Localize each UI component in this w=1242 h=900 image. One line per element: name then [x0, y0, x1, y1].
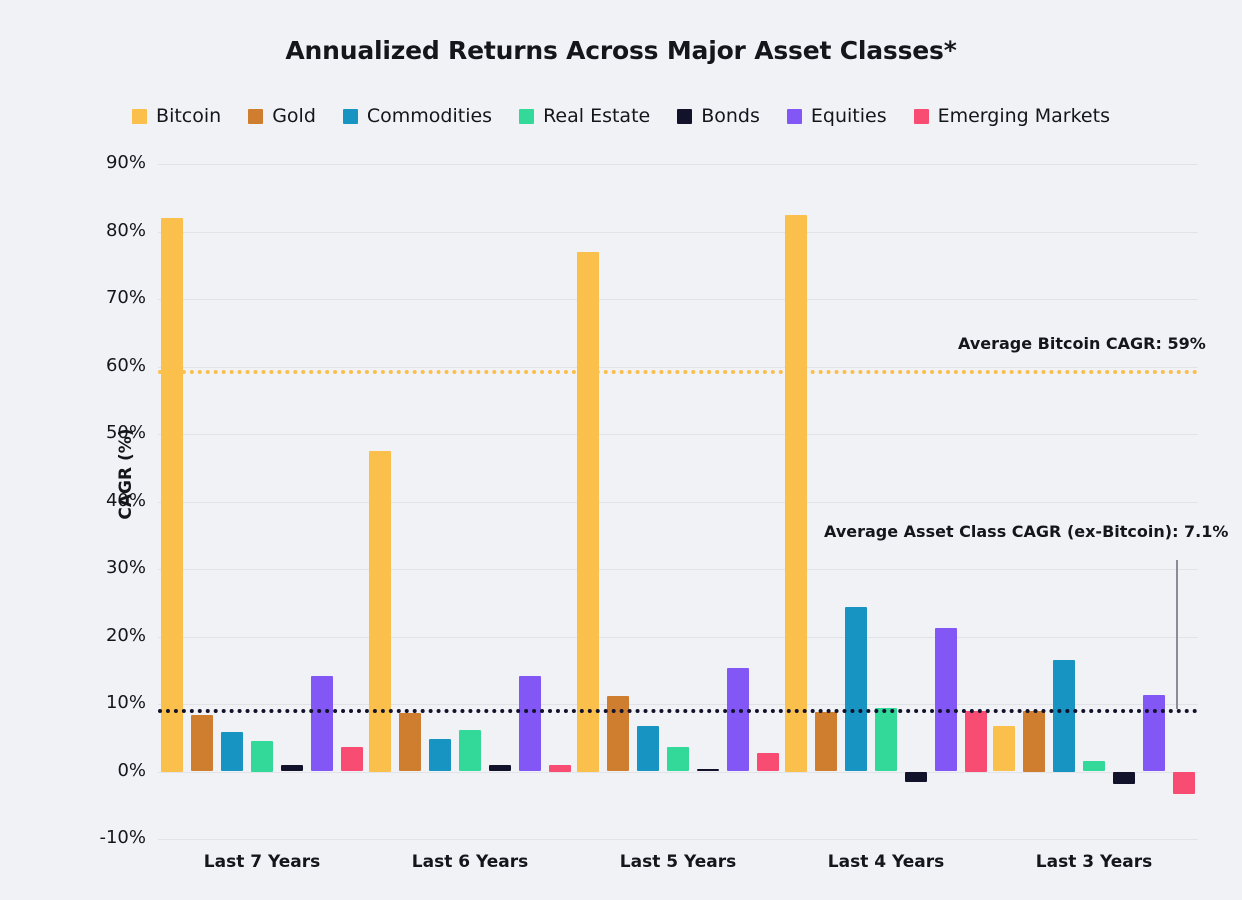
legend-swatch-icon-bitcoin: [132, 109, 147, 124]
legend-item-emerging-markets[interactable]: Emerging Markets: [914, 105, 1110, 127]
reference-leader-line: [1176, 560, 1178, 709]
bar-gold-last-3-years[interactable]: [1023, 711, 1045, 772]
x-tick-label-last-4-years: Last 4 Years: [782, 852, 990, 872]
bar-commodities-last-3-years[interactable]: [1053, 660, 1075, 771]
legend-swatch-icon-emerging-markets: [914, 109, 929, 124]
legend-swatch-icon-real-estate: [519, 109, 534, 124]
bar-group-last-7-years: [158, 164, 366, 839]
bar-real-estate-last-3-years[interactable]: [1083, 761, 1105, 772]
x-tick-label-last-6-years: Last 6 Years: [366, 852, 574, 872]
y-tick-label: 10%: [62, 692, 146, 713]
x-tick-label-last-5-years: Last 5 Years: [574, 852, 782, 872]
bar-bitcoin-last-5-years[interactable]: [577, 252, 599, 772]
bar-gold-last-4-years[interactable]: [815, 712, 837, 771]
bar-bitcoin-last-3-years[interactable]: [993, 726, 1015, 771]
bar-equities-last-4-years[interactable]: [935, 628, 957, 772]
x-tick-label-last-3-years: Last 3 Years: [990, 852, 1198, 872]
bar-equities-last-5-years[interactable]: [727, 668, 749, 771]
bar-emerging-markets-last-6-years[interactable]: [549, 765, 571, 772]
bar-real-estate-last-5-years[interactable]: [667, 747, 689, 772]
bar-bitcoin-last-7-years[interactable]: [161, 218, 183, 772]
chart-title: Annualized Returns Across Major Asset Cl…: [0, 36, 1242, 65]
legend-item-bonds[interactable]: Bonds: [677, 105, 760, 127]
bar-real-estate-last-6-years[interactable]: [459, 730, 481, 772]
bar-bitcoin-last-6-years[interactable]: [369, 451, 391, 772]
y-axis-title: CAGR (%): [116, 394, 136, 554]
legend-swatch-icon-commodities: [343, 109, 358, 124]
bar-equities-last-6-years[interactable]: [519, 676, 541, 772]
reference-label-average-bitcoin-cagr: Average Bitcoin CAGR: 59%: [958, 334, 1206, 353]
bar-equities-last-3-years[interactable]: [1143, 695, 1165, 772]
y-tick-label: 0%: [62, 760, 146, 781]
legend-item-real-estate[interactable]: Real Estate: [519, 105, 650, 127]
bar-bonds-last-7-years[interactable]: [281, 765, 303, 771]
bar-real-estate-last-4-years[interactable]: [875, 708, 897, 771]
legend-label: Commodities: [367, 105, 492, 127]
bar-gold-last-6-years[interactable]: [399, 713, 421, 772]
legend-swatch-icon-equities: [787, 109, 802, 124]
reference-line-average-bitcoin-cagr: [158, 370, 1198, 374]
chart-legend: Bitcoin Gold Commodities Real Estate Bonds Eq…: [0, 105, 1242, 127]
y-tick-label: 80%: [62, 220, 146, 241]
legend-item-commodities[interactable]: Commodities: [343, 105, 492, 127]
bar-commodities-last-7-years[interactable]: [221, 732, 243, 772]
y-tick-label: 30%: [62, 557, 146, 578]
x-tick-label-last-7-years: Last 7 Years: [158, 852, 366, 872]
y-tick-label: 20%: [62, 625, 146, 646]
bar-bonds-last-5-years[interactable]: [697, 769, 719, 771]
y-tick-label: 90%: [62, 152, 146, 173]
bar-group-last-5-years: [574, 164, 782, 839]
chart-root: Annualized Returns Across Major Asset Cl…: [0, 0, 1242, 900]
bar-commodities-last-4-years[interactable]: [845, 607, 867, 771]
bar-emerging-markets-last-7-years[interactable]: [341, 747, 363, 772]
bar-group-last-3-years: [990, 164, 1198, 839]
reference-label-average-asset-class-cagr: Average Asset Class CAGR (ex-Bitcoin): 7…: [824, 522, 1228, 541]
bar-commodities-last-5-years[interactable]: [637, 726, 659, 772]
legend-swatch-icon-bonds: [677, 109, 692, 124]
y-tick-label: 40%: [62, 490, 146, 511]
bar-group-last-6-years: [366, 164, 574, 839]
legend-item-equities[interactable]: Equities: [787, 105, 887, 127]
legend-swatch-icon-gold: [248, 109, 263, 124]
y-tick-label: 60%: [62, 355, 146, 376]
legend-label: Emerging Markets: [938, 105, 1110, 127]
gridline: [158, 839, 1198, 840]
reference-line-average-asset-class-cagr: [158, 709, 1198, 713]
bar-emerging-markets-last-4-years[interactable]: [965, 711, 987, 772]
bar-gold-last-5-years[interactable]: [607, 696, 629, 772]
bar-bonds-last-6-years[interactable]: [489, 765, 511, 771]
legend-label: Equities: [811, 105, 887, 127]
y-tick-label: 50%: [62, 422, 146, 443]
bar-group-last-4-years: [782, 164, 990, 839]
y-tick-label: -10%: [62, 827, 146, 848]
legend-label: Gold: [272, 105, 316, 127]
bar-bonds-last-4-years[interactable]: [905, 772, 927, 782]
bar-emerging-markets-last-3-years[interactable]: [1173, 772, 1195, 794]
bar-equities-last-7-years[interactable]: [311, 676, 333, 772]
plot-area: Average Bitcoin CAGR: 59%Average Asset C…: [158, 164, 1198, 839]
legend-item-gold[interactable]: Gold: [248, 105, 316, 127]
y-tick-label: 70%: [62, 287, 146, 308]
bar-gold-last-7-years[interactable]: [191, 715, 213, 772]
bar-emerging-markets-last-5-years[interactable]: [757, 753, 779, 772]
legend-label: Real Estate: [543, 105, 650, 127]
legend-item-bitcoin[interactable]: Bitcoin: [132, 105, 221, 127]
bar-bitcoin-last-4-years[interactable]: [785, 215, 807, 772]
bar-bonds-last-3-years[interactable]: [1113, 772, 1135, 784]
legend-label: Bitcoin: [156, 105, 221, 127]
bar-real-estate-last-7-years[interactable]: [251, 741, 273, 771]
bar-commodities-last-6-years[interactable]: [429, 739, 451, 771]
legend-label: Bonds: [701, 105, 760, 127]
